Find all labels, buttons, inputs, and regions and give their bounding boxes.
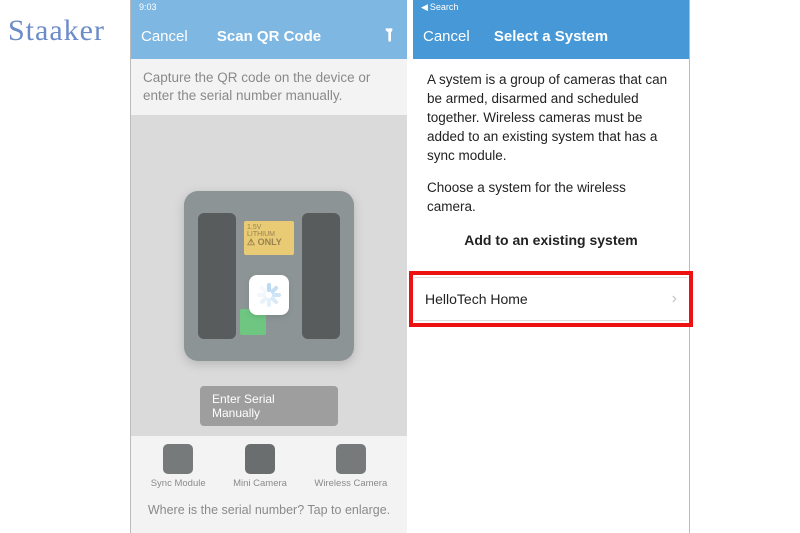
content-body: A system is a group of cameras that can …: [413, 59, 689, 271]
device-type-row: Sync Module Mini Camera Wireless Camera: [131, 436, 407, 493]
camera-viewfinder: 1.5V LITHIUM ⚠ ONLY Enter Serial Manuall…: [131, 115, 407, 436]
mini-camera-icon: [245, 444, 275, 474]
device-option-mini-camera[interactable]: Mini Camera: [233, 444, 287, 489]
device-option-sync-module[interactable]: Sync Module: [151, 444, 206, 489]
flashlight-icon[interactable]: [381, 27, 397, 47]
loading-spinner: [249, 275, 289, 315]
back-to-search[interactable]: ◀ Search: [421, 2, 458, 13]
cancel-button[interactable]: Cancel: [423, 28, 470, 45]
system-name: HelloTech Home: [425, 291, 528, 307]
device-option-label: Mini Camera: [233, 478, 287, 489]
status-bar: ◀ Search: [413, 0, 689, 14]
cancel-button[interactable]: Cancel: [141, 28, 188, 45]
status-bar: 9:03: [131, 0, 407, 14]
device-option-label: Wireless Camera: [314, 478, 387, 489]
chevron-right-icon: ›: [672, 290, 677, 308]
phone-scan-qr: 9:03 Cancel Scan QR Code Capture the QR …: [131, 0, 407, 533]
system-description: A system is a group of cameras that can …: [427, 71, 675, 165]
instruction-text: Capture the QR code on the device or ent…: [131, 59, 407, 115]
screenshot-pair: 9:03 Cancel Scan QR Code Capture the QR …: [130, 0, 690, 533]
device-option-wireless-camera[interactable]: Wireless Camera: [314, 444, 387, 489]
enter-serial-manually-button[interactable]: Enter Serial Manually: [200, 386, 338, 426]
phone-select-system: ◀ Search Cancel Select a System A system…: [413, 0, 689, 533]
system-row-hellotech[interactable]: HelloTech Home ›: [415, 277, 687, 321]
nav-bar: Cancel Select a System: [413, 14, 689, 59]
nav-bar: Cancel Scan QR Code: [131, 14, 407, 59]
sync-module-icon: [163, 444, 193, 474]
device-option-label: Sync Module: [151, 478, 206, 489]
section-header: Add to an existing system: [427, 231, 675, 251]
wireless-camera-icon: [336, 444, 366, 474]
serial-help-link[interactable]: Where is the serial number? Tap to enlar…: [131, 493, 407, 533]
lithium-sticker: 1.5V LITHIUM ⚠ ONLY: [244, 221, 294, 255]
highlight-box: HelloTech Home ›: [409, 271, 693, 327]
watermark-logo: Staaker: [8, 14, 105, 48]
choose-prompt: Choose a system for the wireless camera.: [427, 179, 675, 217]
status-time: 9:03: [139, 2, 157, 12]
